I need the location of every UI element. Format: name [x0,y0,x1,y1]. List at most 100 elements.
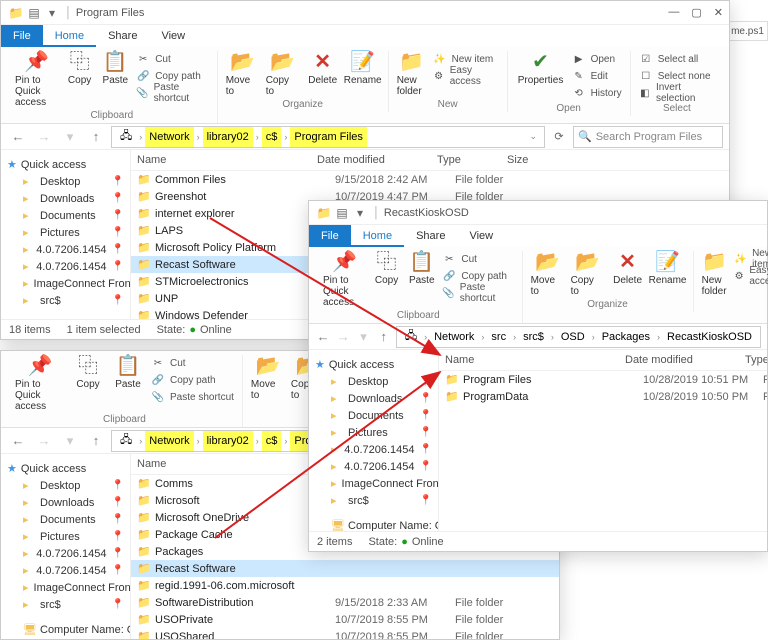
nav-item[interactable]: ▸src$📍 [309,492,438,509]
recent-button[interactable]: ▾ [59,433,81,449]
nav-item[interactable]: ▸Documents📍 [1,207,130,224]
easy-access-button[interactable]: Easy access [749,265,768,287]
copy-to-button[interactable]: 📂Copy to [571,251,605,297]
nav-pane[interactable]: ★Quick access▸Desktop📍▸Downloads📍▸Docume… [1,454,131,639]
history-button[interactable]: ⟲History [572,85,622,101]
paste-button[interactable]: 📋Paste [100,51,130,86]
move-button[interactable]: 📂Move to [251,355,285,401]
properties-button[interactable]: ✔Properties [516,51,566,86]
file-row[interactable]: 📁 regid.1991-06.com.microsoft [131,577,559,594]
col-size[interactable]: Size [507,154,723,166]
nav-item[interactable]: ▸4.0.7206.1454📍 [309,458,438,475]
pin-button[interactable]: 📌Pin to Quick access [15,355,65,412]
back-button[interactable]: ← [7,129,29,144]
open-button[interactable]: ▶Open [572,51,622,67]
nav-computer[interactable]: 🖥Computer Name: GA [309,517,438,531]
easy-access-button[interactable]: ⚙Easy access [433,68,499,84]
nav-item[interactable]: ▸Downloads📍 [1,190,130,207]
delete-button[interactable]: ✕Delete [611,251,645,286]
delete-button[interactable]: ✕Delete [306,51,340,86]
move-button[interactable]: 📂Move to [531,251,565,297]
cut-button[interactable]: ✂Cut [151,355,234,371]
tab-share[interactable]: Share [404,225,457,247]
copy-button[interactable]: ⿻Copy [372,251,401,286]
file-row[interactable]: 📁 USOPrivate10/7/2019 8:55 PMFile folder [131,611,559,628]
col-type[interactable]: Type [745,354,767,366]
col-type[interactable]: Type [437,154,507,166]
move-button[interactable]: 📂Move to [226,51,260,97]
search-input[interactable]: 🔍Search Program Files [573,126,723,148]
minimize-button[interactable]: — [668,6,679,19]
nav-item[interactable]: ▸Downloads📍 [1,494,130,511]
col-date[interactable]: Date modified [625,354,745,366]
nav-item[interactable]: ▸Desktop📍 [1,173,130,190]
quick-access[interactable]: ★Quick access [1,460,130,477]
nav-item[interactable]: ▸ImageConnect Fron📍 [309,475,438,492]
col-name[interactable]: Name [137,458,317,470]
nav-item[interactable]: ▸Documents📍 [1,511,130,528]
nav-item[interactable]: ▸4.0.7206.1454📍 [309,441,438,458]
nav-item[interactable]: ▸src$📍 [1,292,130,309]
invert-button[interactable]: ◧Invert selection [639,85,715,101]
file-row[interactable]: 📁 Recast Software [131,560,559,577]
col-date[interactable]: Date modified [317,154,437,166]
nav-item[interactable]: ▸ImageConnect Fron📍 [1,579,130,596]
qat-icon[interactable]: ▤ [333,206,351,220]
rename-button[interactable]: 📝Rename [651,251,685,286]
nav-pane[interactable]: ★Quick access▸Desktop📍▸Downloads📍▸Docume… [1,150,131,319]
edit-button[interactable]: ✎Edit [572,68,622,84]
qat-dropdown-icon[interactable]: ▾ [351,206,369,220]
paste-shortcut-button[interactable]: 📎Paste shortcut [151,389,234,405]
col-name[interactable]: Name [137,154,317,166]
address-bar[interactable]: 🖧› Network› src› src$› OSD› Packages› Re… [396,326,761,348]
tab-home[interactable]: Home [43,25,96,47]
close-button[interactable]: ✕ [714,6,723,19]
recent-button[interactable]: ▾ [355,329,371,345]
nav-item[interactable]: ▸Downloads📍 [309,390,438,407]
copypath-button[interactable]: Copy path [461,271,507,282]
paste-button[interactable]: 📋Paste [407,251,436,286]
quick-access[interactable]: ★Quick access [309,356,438,373]
tab-view[interactable]: View [457,225,505,247]
up-button[interactable]: ↑ [85,433,107,448]
copy-button[interactable]: ⿻Copy [71,355,105,390]
nav-item[interactable]: ▸Pictures📍 [1,528,130,545]
nav-item[interactable]: ▸4.0.7206.1454📍 [1,258,130,275]
quick-access[interactable]: ★Quick access [1,156,130,173]
tab-file[interactable]: File [1,25,43,47]
nav-item[interactable]: ▸src$📍 [1,596,130,613]
paste-shortcut-button[interactable]: Paste shortcut [460,282,514,304]
titlebar[interactable]: 📁 ▤ ▾ │ Program Files — ▢ ✕ [1,1,729,25]
file-row[interactable]: 📁 Program Files10/28/2019 10:51 PMFile f… [439,371,767,388]
nav-item[interactable]: ▸4.0.7206.1454📍 [1,545,130,562]
nav-pane[interactable]: ★Quick access▸Desktop📍▸Downloads📍▸Docume… [309,350,439,531]
rename-button[interactable]: 📝Rename [346,51,380,86]
new-folder-button[interactable]: 📁New folder [702,251,728,297]
copypath-button[interactable]: 🔗Copy path [151,372,234,388]
new-folder-button[interactable]: 📁New folder [397,51,427,97]
select-all-button[interactable]: ☑Select all [639,51,715,67]
file-row[interactable]: 📁 USOShared10/7/2019 8:55 PMFile folder [131,628,559,639]
tab-home[interactable]: Home [351,225,404,247]
forward-button[interactable]: → [335,329,351,344]
nav-computer[interactable]: 🖥Computer Name: GA [1,621,130,638]
file-row[interactable]: 📁 SoftwareDistribution9/15/2018 2:33 AMF… [131,594,559,611]
qat-dropdown-icon[interactable]: ▾ [43,6,61,20]
cut-button[interactable]: Cut [461,254,477,265]
forward-button[interactable]: → [33,433,55,448]
forward-button[interactable]: → [33,129,55,144]
qat-icon[interactable]: ▤ [25,6,43,20]
nav-item[interactable]: ▸4.0.7206.1454📍 [1,241,130,258]
up-button[interactable]: ↑ [85,129,107,144]
paste-shortcut-button[interactable]: 📎Paste shortcut [136,85,209,101]
tab-file[interactable]: File [309,225,351,247]
recent-button[interactable]: ▾ [59,129,81,145]
file-row[interactable]: 📁 Common Files9/15/2018 2:42 AMFile fold… [131,171,729,188]
nav-item[interactable]: ▸4.0.7206.1454📍 [1,562,130,579]
refresh-button[interactable]: ⟳ [549,130,569,143]
nav-item[interactable]: ▸Documents📍 [309,407,438,424]
back-button[interactable]: ← [7,433,29,448]
tab-view[interactable]: View [149,25,197,47]
up-button[interactable]: ↑ [376,329,392,344]
col-name[interactable]: Name [445,354,625,366]
